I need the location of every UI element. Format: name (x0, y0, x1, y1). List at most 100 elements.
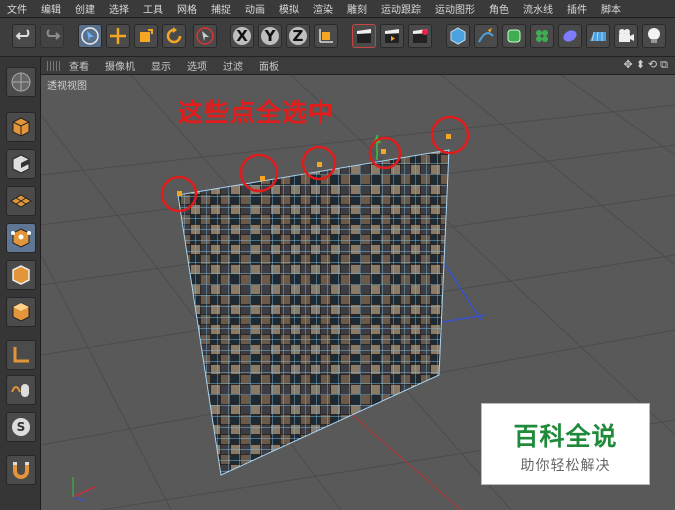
redo-button[interactable] (40, 24, 64, 48)
light-bulb-icon (648, 28, 660, 43)
magnet-icon (13, 462, 29, 479)
menu-edit[interactable]: 编辑 (34, 1, 68, 16)
make-editable-button[interactable] (6, 67, 36, 97)
undo-icon (15, 29, 30, 40)
coordinate-system-button[interactable] (314, 24, 338, 48)
menu-plugins[interactable]: 插件 (560, 1, 594, 16)
render-to-picture-viewer-button[interactable] (380, 24, 404, 48)
cube-object-button[interactable] (446, 24, 470, 48)
scale-tool-button[interactable] (134, 24, 158, 48)
subdivision-icon (507, 29, 521, 43)
y-axis-icon: Y (261, 27, 279, 45)
menu-tools[interactable]: 工具 (136, 1, 170, 16)
pen-spline-button[interactable] (474, 24, 498, 48)
viewport-menu-view[interactable]: 查看 (61, 58, 97, 73)
snap-button[interactable]: S (6, 412, 36, 442)
camera-button[interactable] (614, 24, 638, 48)
cube-icon (450, 27, 466, 45)
menu-sculpt[interactable]: 雕刻 (340, 1, 374, 16)
menu-script[interactable]: 脚本 (594, 1, 628, 16)
plane-wireframe (177, 149, 450, 476)
workplane-grid-icon (10, 194, 32, 208)
viewport-menu-filter[interactable]: 过滤 (215, 58, 251, 73)
edges-cube-icon (12, 265, 30, 285)
rotate-tool-button[interactable] (162, 24, 186, 48)
polygons-mode-button[interactable] (6, 297, 36, 327)
menu-mograph[interactable]: 运动图形 (428, 1, 482, 16)
points-mode-button[interactable] (6, 223, 36, 253)
menu-mesh[interactable]: 网格 (170, 1, 204, 16)
viewport-navigation-icons[interactable]: ✥⬍⟲⧉ (623, 58, 671, 72)
checker-cube-icon (12, 154, 30, 174)
texture-mode-button[interactable] (6, 149, 36, 179)
cursor-icon (81, 27, 99, 45)
clapboard-gear-icon (413, 29, 428, 43)
points-cube-icon (11, 228, 31, 248)
z-axis-button[interactable]: Z (286, 24, 310, 48)
light-button[interactable] (642, 24, 666, 48)
subdivision-surface-button[interactable] (502, 24, 526, 48)
viewport-menu-options[interactable]: 选项 (179, 58, 215, 73)
tweak-mode-button[interactable] (6, 375, 36, 405)
pen-icon (478, 28, 494, 43)
last-tool-button[interactable] (193, 24, 217, 48)
deformer-icon (563, 30, 577, 42)
deformer-button[interactable] (558, 24, 582, 48)
undo-button[interactable] (12, 24, 36, 48)
polygons-cube-icon (12, 302, 30, 322)
live-selection-button[interactable] (78, 24, 102, 48)
svg-text:S: S (17, 420, 26, 434)
corner-axis-gizmo (72, 477, 96, 502)
camera-icon (619, 29, 634, 42)
watermark-logo: 百科全说 助你轻松解决 (481, 403, 650, 485)
annotation-text: 这些点全选中 (178, 98, 335, 127)
rotate-icon (166, 27, 182, 44)
render-view-button[interactable] (352, 24, 376, 48)
cloner-button[interactable] (530, 24, 554, 48)
viewport-menu-display[interactable]: 显示 (143, 58, 179, 73)
floor-button[interactable] (586, 24, 610, 48)
s-circle-icon: S (12, 418, 30, 436)
viewport-menu-bar: 查看 摄像机 显示 选项 过滤 面板 ✥⬍⟲⧉ (41, 57, 675, 75)
viewport-menu-panel[interactable]: 面板 (251, 58, 287, 73)
mouse-icon (11, 384, 29, 397)
model-mode-button[interactable] (6, 112, 36, 142)
left-palette: S (0, 57, 41, 510)
workplane-button[interactable] (6, 186, 36, 216)
y-axis-button[interactable]: Y (258, 24, 282, 48)
viewport-menu-cameras[interactable]: 摄像机 (97, 58, 143, 73)
menu-character[interactable]: 角色 (482, 1, 516, 16)
menu-motion-tracking[interactable]: 运动跟踪 (374, 1, 428, 16)
cloner-icon (536, 30, 548, 42)
move-icon (110, 28, 126, 44)
main-toolbar: X Y Z (0, 18, 675, 57)
axis-mode-button[interactable] (6, 340, 36, 370)
model-cube-icon (12, 117, 30, 137)
scale-icon (140, 29, 153, 42)
menu-simulate[interactable]: 模拟 (272, 1, 306, 16)
clapboard-play-icon (385, 29, 399, 43)
x-axis-line (340, 404, 462, 510)
x-axis-button[interactable]: X (230, 24, 254, 48)
menu-create[interactable]: 创建 (68, 1, 102, 16)
coordinate-system-icon (319, 29, 333, 43)
magnet-button[interactable] (6, 455, 36, 485)
cursor-circle-icon (196, 27, 214, 45)
menu-animate[interactable]: 动画 (238, 1, 272, 16)
render-settings-button[interactable] (408, 24, 432, 48)
watermark-title: 百科全说 (513, 422, 618, 451)
viewport-label: 透视视图 (47, 81, 87, 92)
edges-mode-button[interactable] (6, 260, 36, 290)
axis-corner-icon (13, 347, 29, 363)
menu-file[interactable]: 文件 (0, 1, 34, 16)
floor-icon (590, 31, 606, 42)
menu-pipeline[interactable]: 流水线 (516, 1, 560, 16)
move-tool-button[interactable] (106, 24, 130, 48)
menu-snap[interactable]: 捕捉 (204, 1, 238, 16)
menu-render[interactable]: 渲染 (306, 1, 340, 16)
grip-handle[interactable] (47, 60, 61, 71)
clapboard-icon (357, 29, 371, 43)
globe-icon (11, 72, 31, 92)
x-axis-icon: X (233, 27, 251, 45)
menu-select[interactable]: 选择 (102, 1, 136, 16)
